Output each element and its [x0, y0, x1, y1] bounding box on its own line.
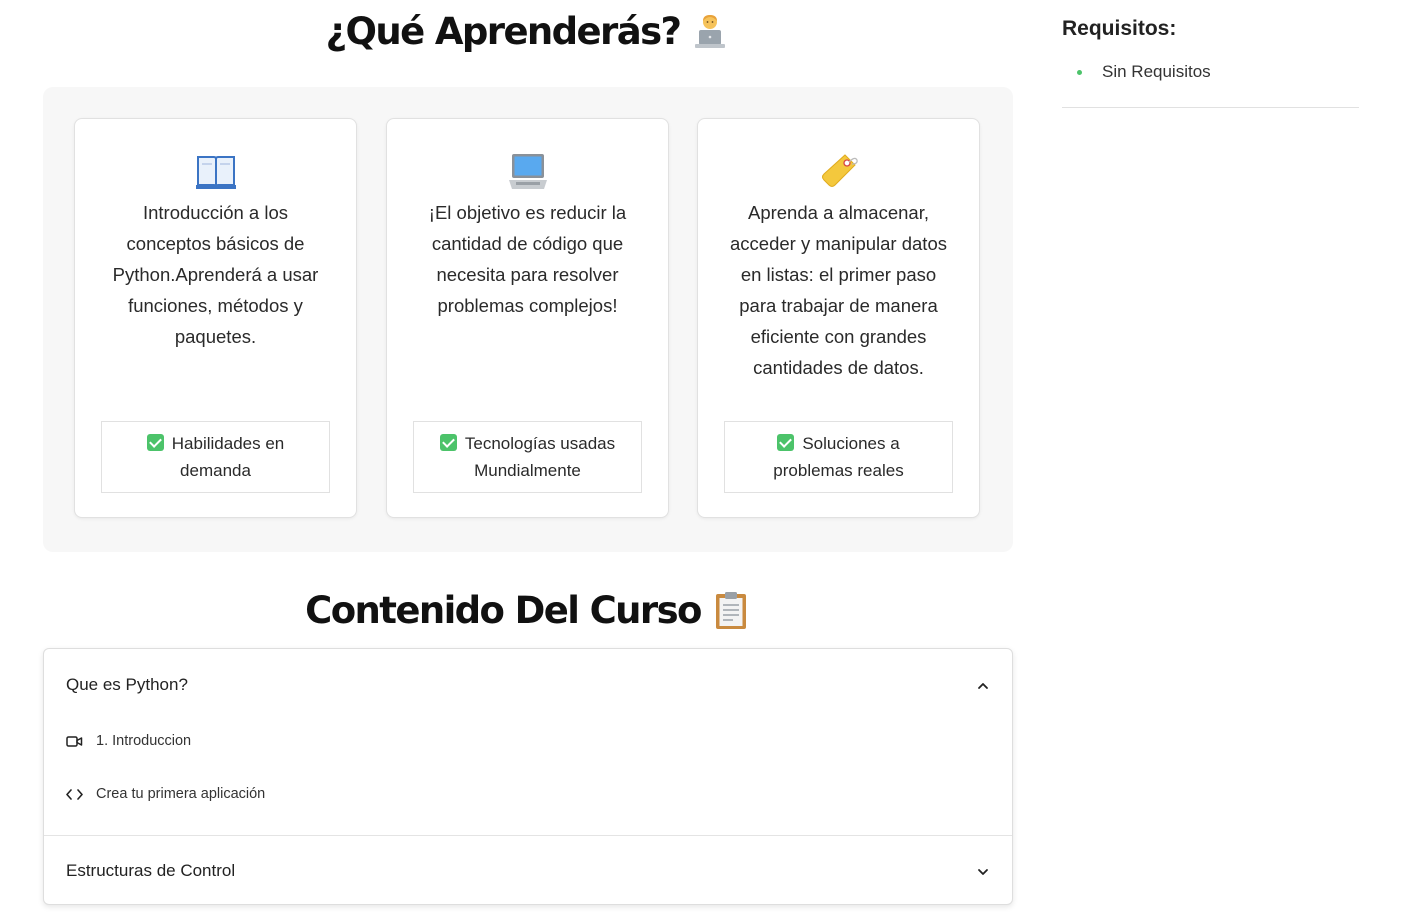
requirements-title: Requisitos:: [1062, 17, 1177, 40]
learn-card: Introducción a los conceptos básicos de …: [74, 118, 357, 518]
technologist-icon: [690, 11, 730, 51]
requirement-item: Sin Requisitos: [1062, 61, 1359, 83]
learn-panel: Introducción a los conceptos básicos de …: [43, 87, 1013, 552]
lesson-item[interactable]: Crea tu primera aplicación: [66, 786, 265, 802]
learn-card-feature-label: Habilidades en demanda: [171, 434, 285, 480]
lesson-label: 1. Introduccion: [96, 733, 192, 749]
clipboard-icon: [711, 590, 751, 630]
requirements-sidebar: Requisitos: Sin Requisitos: [1062, 17, 1359, 108]
check-icon: [439, 434, 457, 451]
divider: [1062, 107, 1359, 108]
learn-card-description: Aprenda a almacenar, acceder y manipular…: [730, 202, 947, 378]
lesson-label: Crea tu primera aplicación: [96, 786, 266, 802]
learn-section-title: ¿Qué Aprenderás?: [43, 8, 1013, 54]
chevron-down-icon: [976, 864, 990, 878]
module-header[interactable]: Estructuras de Control: [44, 835, 1012, 906]
module-title: Estructuras de Control: [66, 861, 236, 880]
learn-card-description: ¡El objetivo es reducir la cantidad de c…: [428, 202, 627, 316]
content-section-title: Contenido Del Curso: [43, 586, 1013, 634]
requirement-label: Sin Requisitos: [1102, 62, 1211, 81]
laptop-icon: [506, 151, 550, 193]
requirements-list: Sin Requisitos: [1062, 61, 1359, 83]
check-icon: [777, 434, 795, 451]
learn-card-feature: Habilidades en demanda: [101, 421, 330, 493]
course-content-accordion: Que es Python? 1. Introduccion Crea tu p…: [43, 648, 1013, 905]
chevron-up-icon: [976, 678, 990, 692]
bullet-icon: [1077, 70, 1082, 75]
learn-card: Aprenda a almacenar, acceder y manipular…: [697, 118, 980, 518]
label-tag-icon: [817, 151, 861, 193]
lesson-item[interactable]: 1. Introduccion: [66, 733, 191, 749]
video-icon: [66, 735, 83, 747]
content-title-text: Contenido Del Curso: [305, 588, 702, 632]
code-icon: [66, 788, 83, 800]
module-header[interactable]: Que es Python?: [44, 649, 1012, 721]
learn-card-description: Introducción a los conceptos básicos de …: [112, 202, 319, 347]
learn-title-text: ¿Qué Aprenderás?: [325, 9, 682, 53]
module-title: Que es Python?: [66, 675, 188, 694]
learn-card-feature-label: Tecnologías usadas Mundialmente: [464, 434, 616, 480]
open-book-icon: [194, 151, 238, 193]
learn-card: ¡El objetivo es reducir la cantidad de c…: [386, 118, 669, 518]
check-icon: [146, 434, 164, 451]
learn-card-feature: Soluciones a problemas reales: [724, 421, 953, 493]
learn-card-feature: Tecnologías usadas Mundialmente: [413, 421, 642, 493]
